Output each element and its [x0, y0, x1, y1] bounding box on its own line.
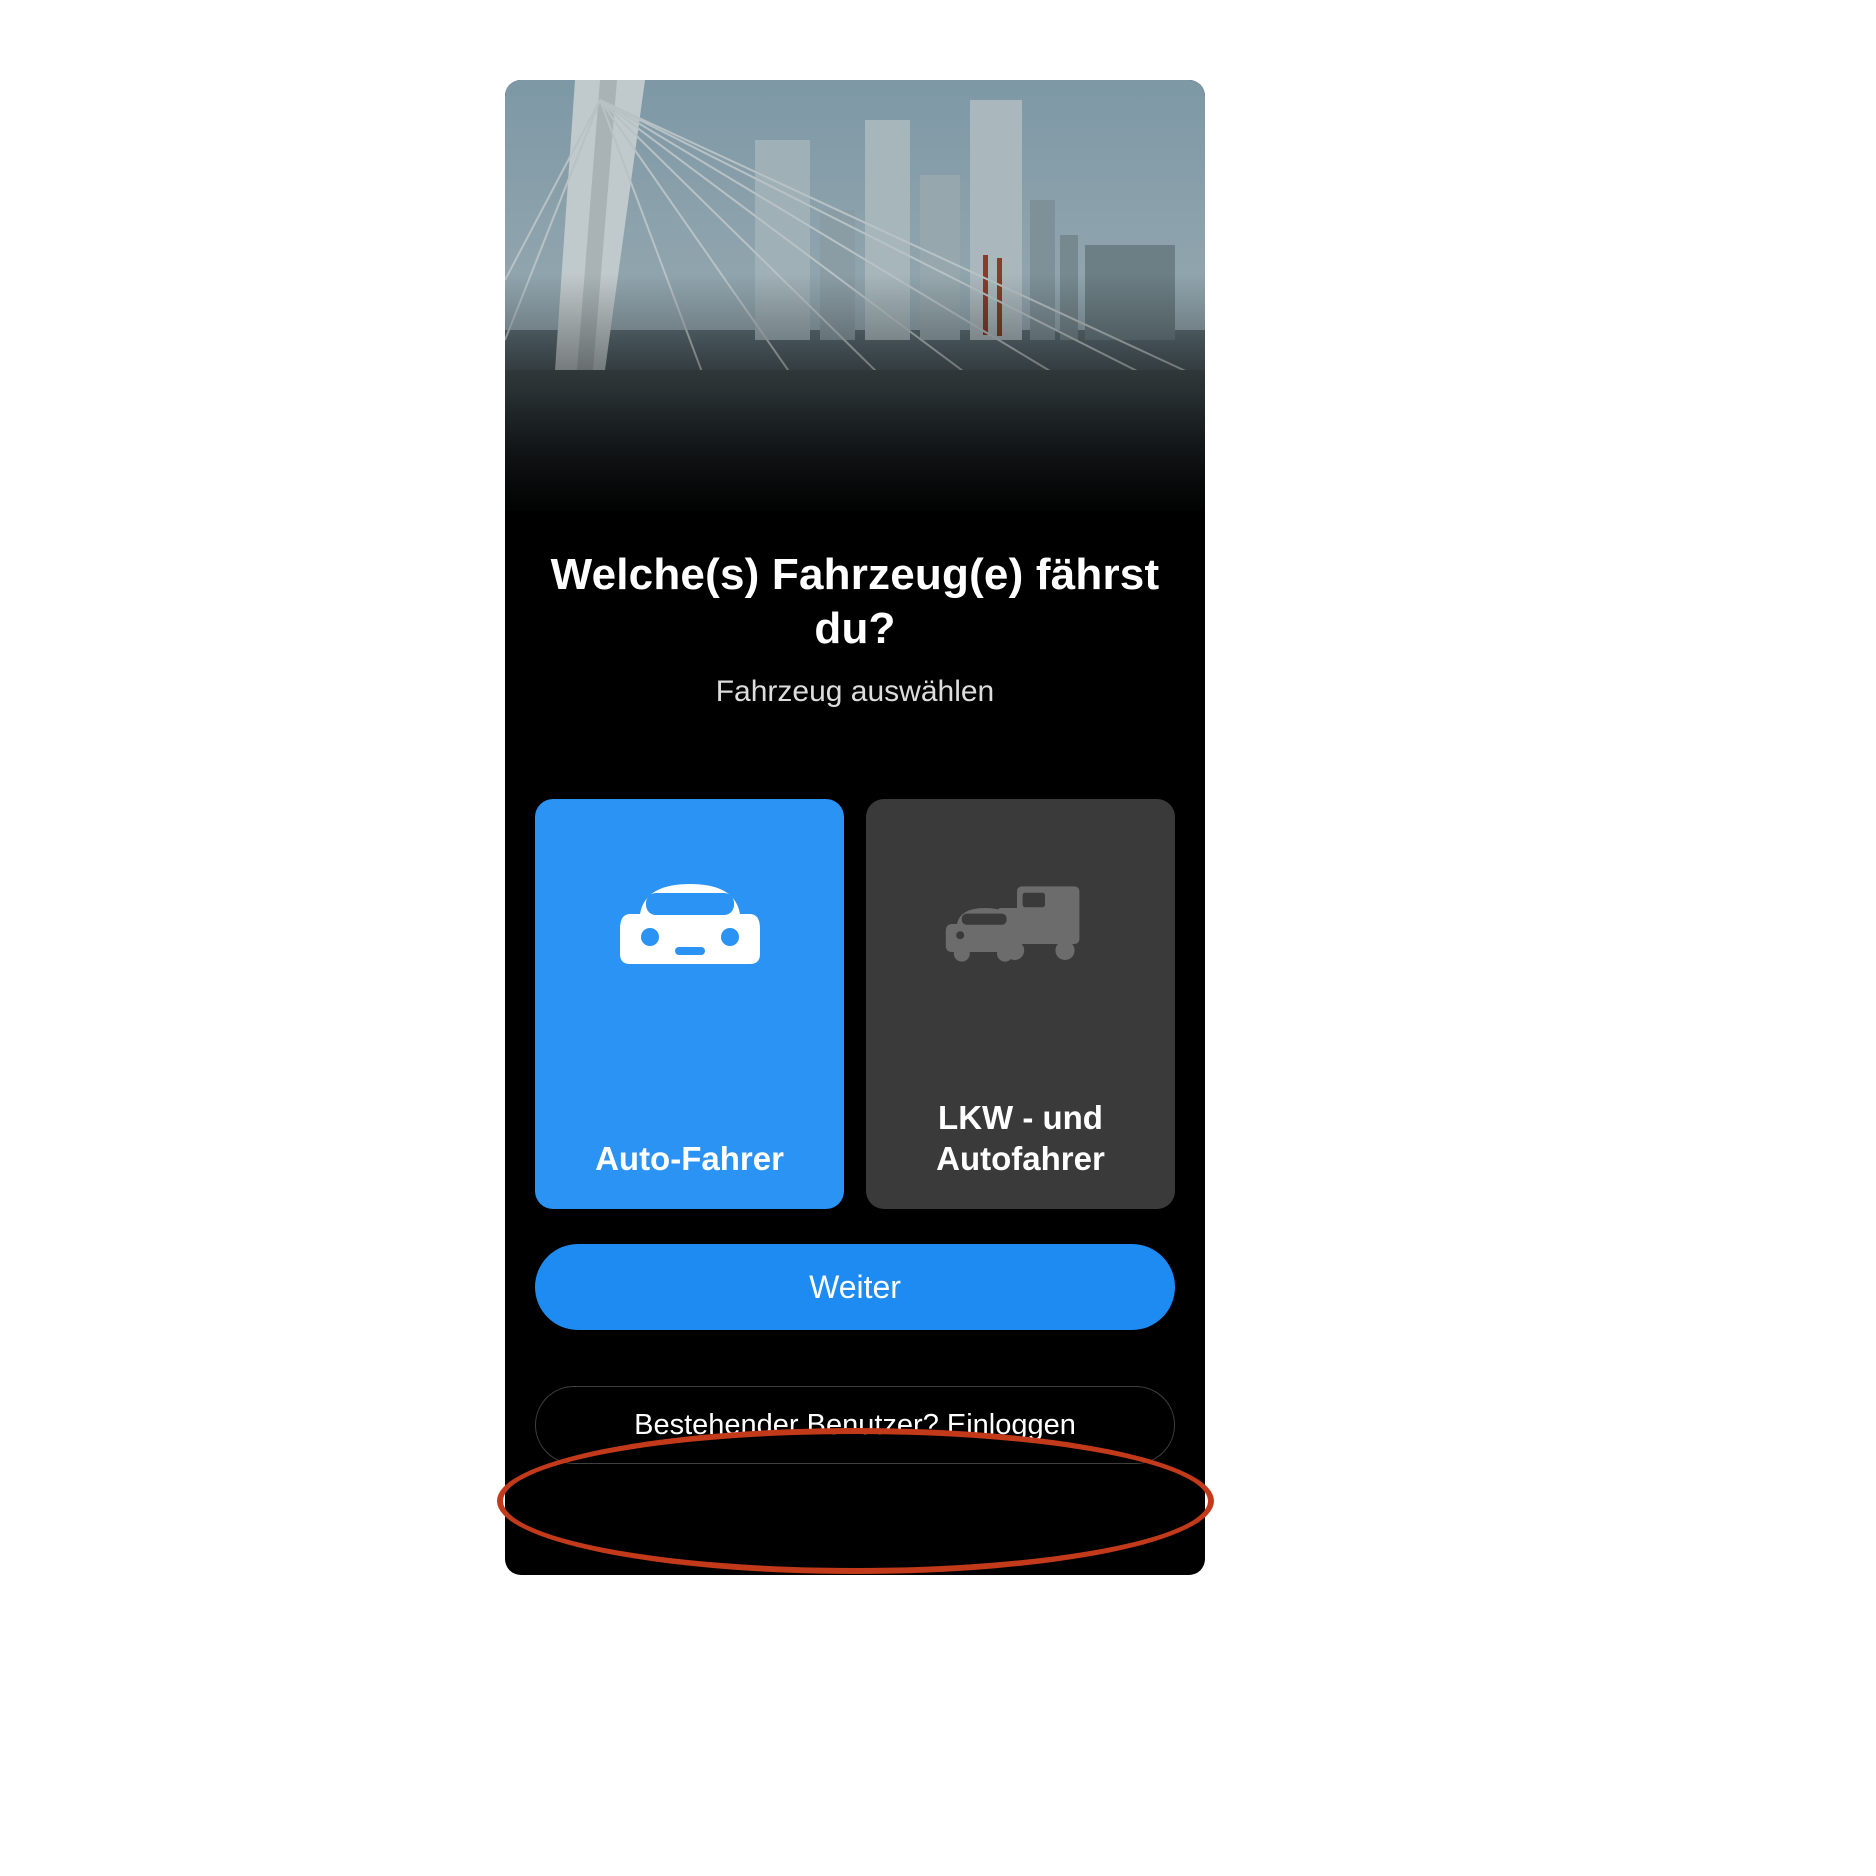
- hero-image: [505, 80, 1205, 510]
- login-button-label: Bestehender Benutzer? Einloggen: [634, 1409, 1076, 1442]
- page-title: Welche(s) Fahrzeug(e) fährst du?: [535, 548, 1175, 655]
- continue-button-label: Weiter: [809, 1269, 901, 1306]
- phone-screen: Welche(s) Fahrzeug(e) fährst du? Fahrzeu…: [505, 80, 1205, 1575]
- vehicle-options: Auto-Fahrer: [535, 799, 1175, 1209]
- option-car-driver[interactable]: Auto-Fahrer: [535, 799, 844, 1209]
- continue-button[interactable]: Weiter: [535, 1244, 1175, 1330]
- option-label: LKW - und Autofahrer: [886, 1097, 1155, 1180]
- login-button[interactable]: Bestehender Benutzer? Einloggen: [535, 1386, 1175, 1464]
- car-icon: [610, 859, 770, 989]
- option-label: Auto-Fahrer: [595, 1138, 784, 1179]
- page-subtitle: Fahrzeug auswählen: [535, 675, 1175, 709]
- car-truck-icon: [941, 859, 1101, 989]
- option-truck-and-car-driver[interactable]: LKW - und Autofahrer: [866, 799, 1175, 1209]
- content-area: Welche(s) Fahrzeug(e) fährst du? Fahrzeu…: [505, 510, 1205, 1575]
